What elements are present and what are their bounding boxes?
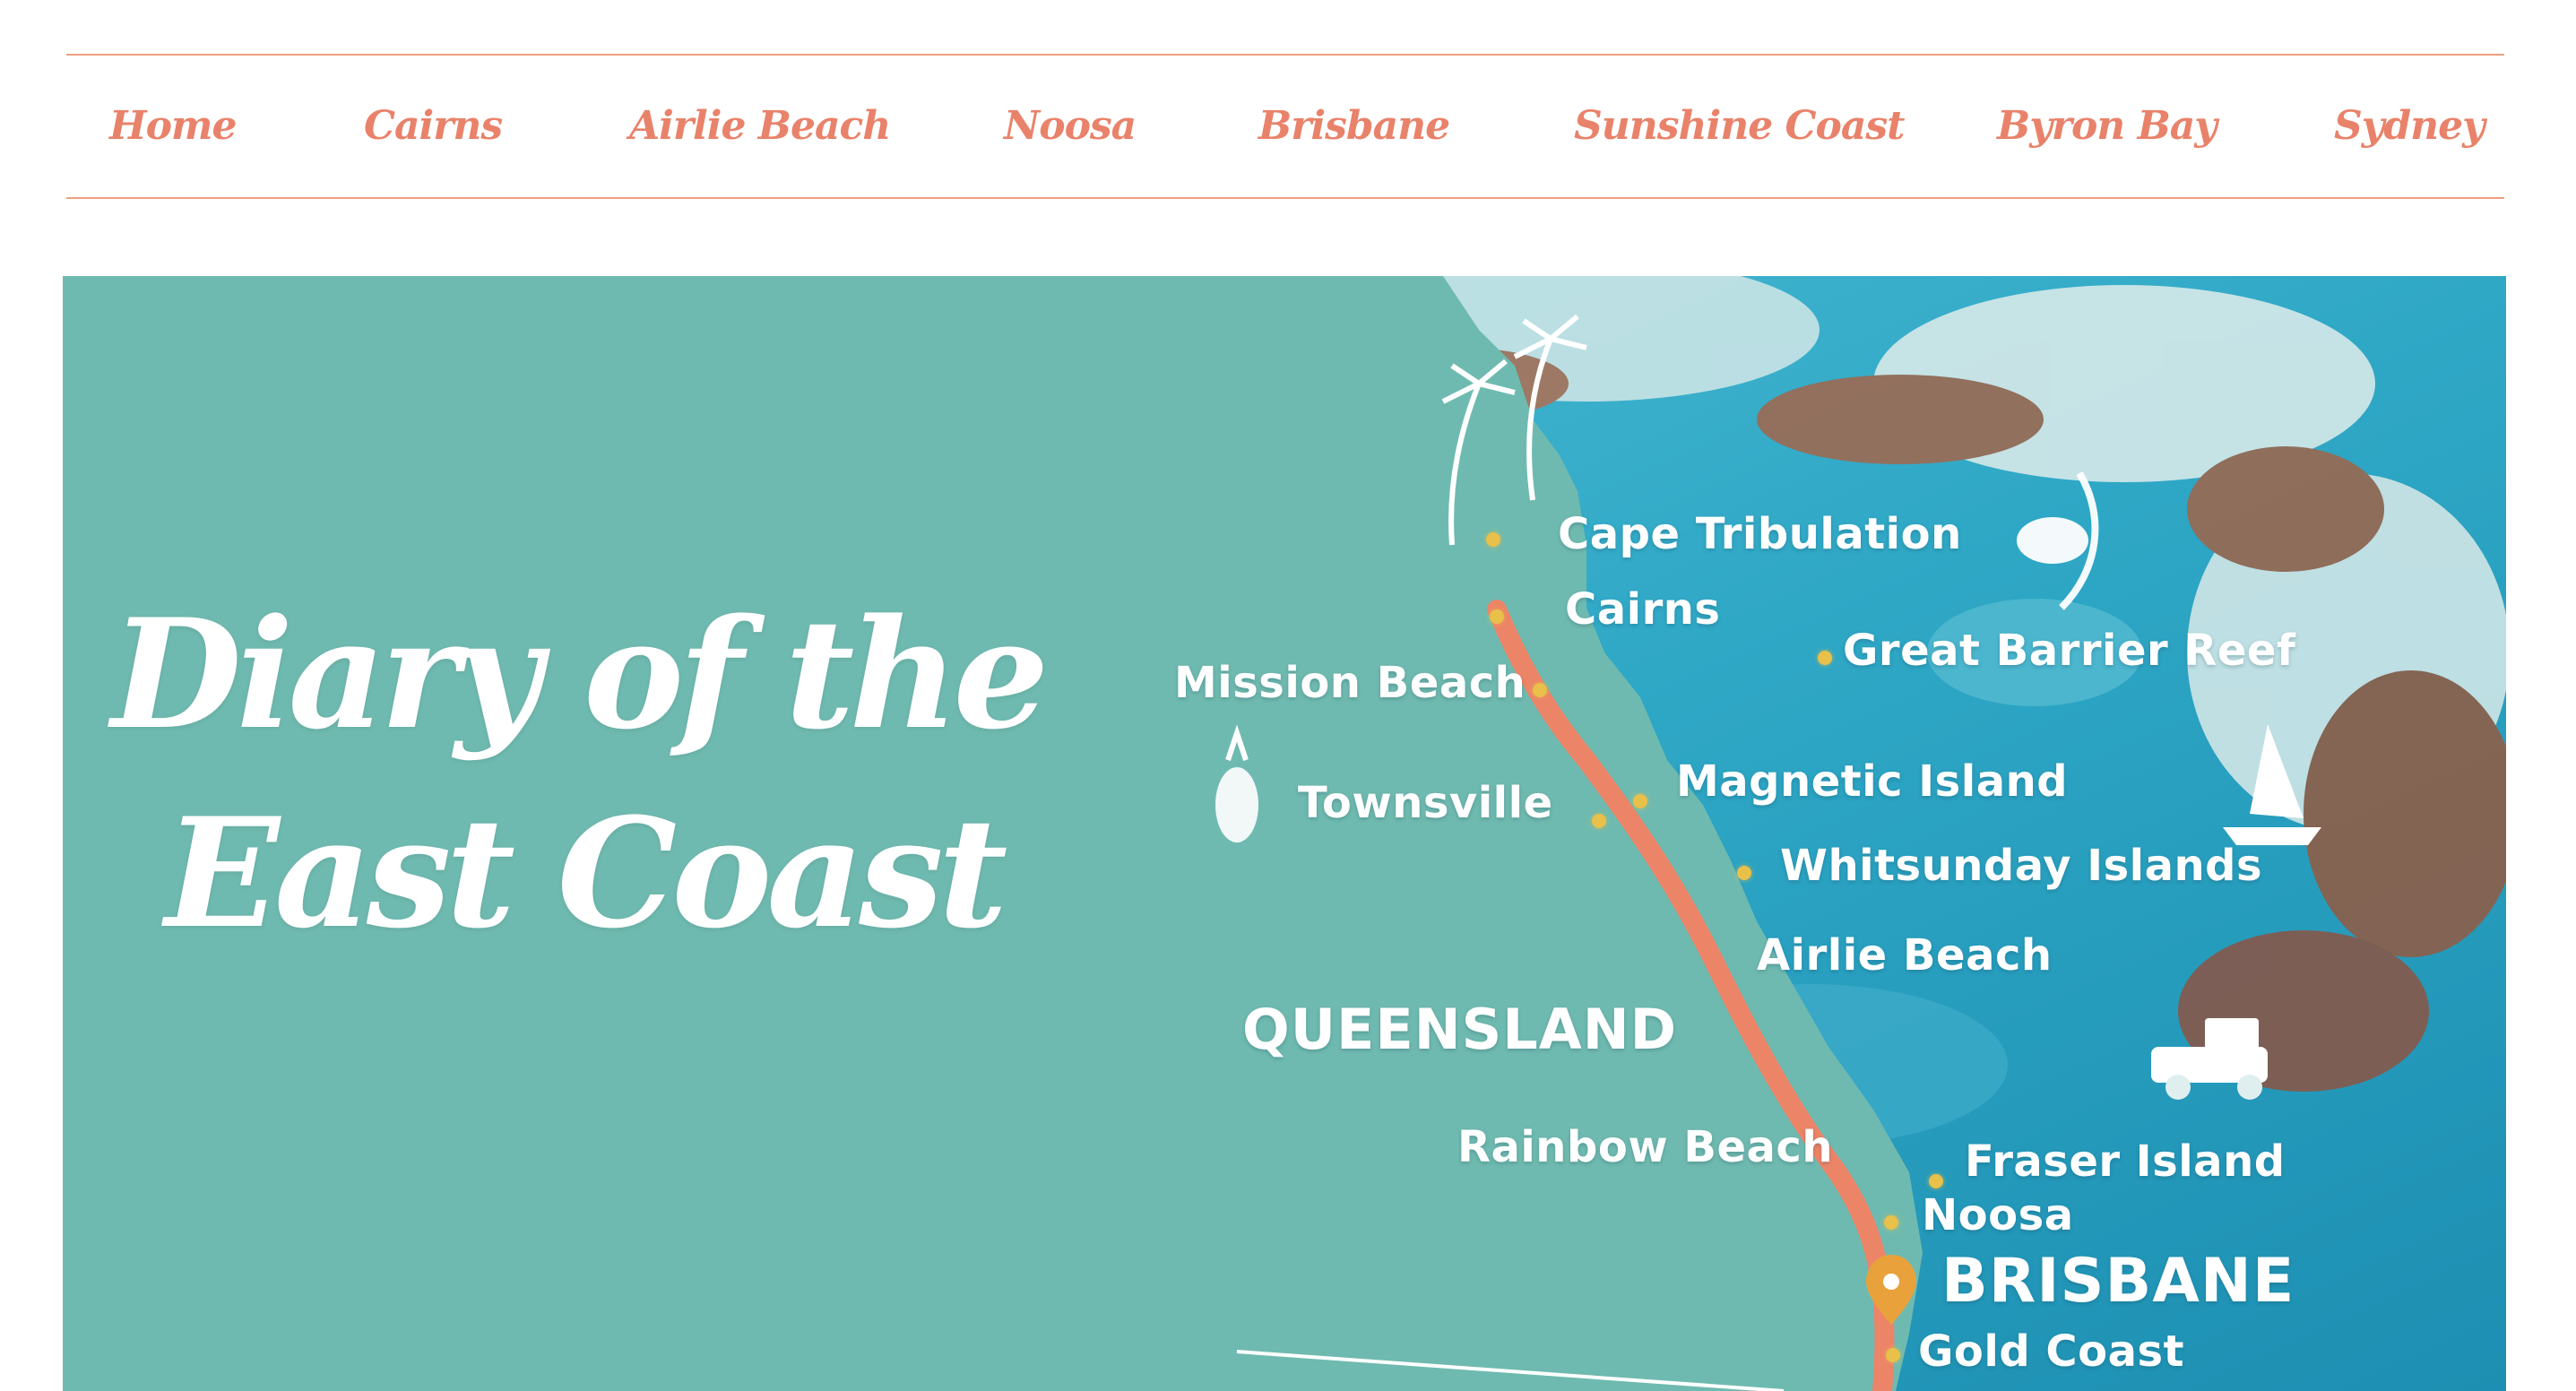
label-cape-tribulation: Cape Tribulation (1558, 509, 1962, 559)
label-rainbow-beach: Rainbow Beach (1457, 1122, 1834, 1172)
marker-cape-tribulation (1486, 532, 1500, 547)
marker-great-barrier-reef (1818, 651, 1832, 665)
label-noosa: Noosa (1922, 1190, 2074, 1240)
label-brisbane: BRISBANE (1941, 1246, 2295, 1317)
nav-cairns[interactable]: Cairns (364, 56, 503, 197)
hero-title-line-2: East Coast (165, 784, 1007, 962)
marker-fraser-island (1929, 1174, 1943, 1188)
marker-whitsunday-islands (1737, 866, 1751, 880)
hero-map-banner: Cape Tribulation Cairns Great Barrier Re… (63, 276, 2506, 1391)
label-airlie-beach: Airlie Beach (1757, 930, 2053, 981)
marker-townsville (1592, 814, 1606, 828)
label-cairns: Cairns (1565, 584, 1721, 635)
label-magnetic-island: Magnetic Island (1676, 756, 2069, 807)
nav-sunshine-coast[interactable]: Sunshine Coast (1574, 56, 1906, 197)
label-fraser-island: Fraser Island (1965, 1136, 2286, 1187)
nav-brisbane[interactable]: Brisbane (1258, 56, 1450, 197)
nav-airlie-beach[interactable]: Airlie Beach (629, 56, 891, 197)
marker-gold-coast (1886, 1348, 1900, 1362)
label-whitsunday-islands: Whitsunday Islands (1780, 841, 2263, 891)
nav-byron-bay[interactable]: Byron Bay (1997, 56, 2217, 197)
label-great-barrier-reef: Great Barrier Reef (1843, 626, 2296, 676)
label-mission-beach: Mission Beach (1174, 658, 1526, 708)
marker-magnetic-island (1633, 794, 1647, 808)
nav-sydney[interactable]: Sydney (2334, 56, 2485, 197)
hero-title: Diary of the East Coast (111, 585, 1049, 962)
marker-mission-beach (1533, 683, 1547, 697)
label-queensland: QUEENSLAND (1242, 997, 1678, 1062)
hero-title-line-1: Diary of the (111, 585, 1049, 763)
marker-cairns (1490, 609, 1504, 624)
main-nav: Home Cairns Airlie Beach Noosa Brisbane … (66, 54, 2504, 199)
label-gold-coast: Gold Coast (1918, 1326, 2185, 1377)
nav-home[interactable]: Home (109, 56, 237, 197)
marker-noosa (1884, 1215, 1898, 1230)
label-townsville: Townsville (1298, 778, 1553, 828)
nav-noosa[interactable]: Noosa (1004, 56, 1137, 197)
